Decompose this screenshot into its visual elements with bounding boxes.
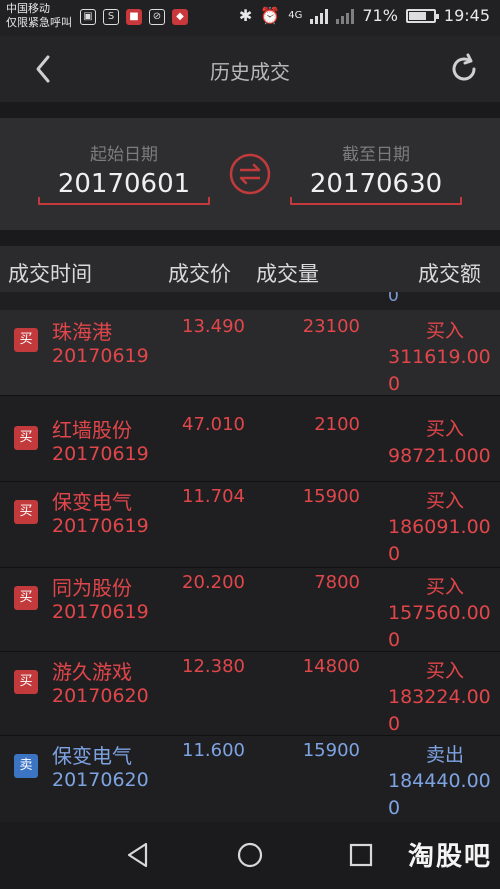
spacer xyxy=(0,102,500,118)
trade-side: 买入 xyxy=(425,418,464,440)
trade-volume: 2100 xyxy=(314,414,360,435)
watermark-logo: 淘股吧 xyxy=(407,842,492,872)
table-row[interactable]: 卖 保变电气 20170620 11.600 15900 卖出 184440.0… xyxy=(0,736,500,822)
start-date-field[interactable]: 起始日期 20170601 xyxy=(38,140,210,205)
nav-back-button[interactable] xyxy=(124,840,154,870)
end-date-value[interactable]: 20170630 xyxy=(290,169,462,205)
trade-amount: 311619.000 xyxy=(388,346,491,395)
buy-tag: 买 xyxy=(14,670,38,694)
carrier-info: 中国移动 仅限紧急呼叫 xyxy=(6,2,72,30)
trade-volume: 14800 xyxy=(302,656,360,677)
end-date-label: 截至日期 xyxy=(342,145,410,165)
trade-price: 47.010 xyxy=(182,414,245,435)
blocked-notification-icon: ⊘ xyxy=(149,9,165,25)
swap-dates-button[interactable] xyxy=(228,152,272,196)
trade-side: 卖出 xyxy=(425,744,464,766)
trade-amount: 184440.000 xyxy=(388,770,491,819)
trade-volume: 23100 xyxy=(302,316,360,337)
table-row[interactable]: 买 游久游戏 20170620 12.380 14800 买入 183224.0… xyxy=(0,652,500,736)
start-date-value[interactable]: 20170601 xyxy=(38,169,210,205)
table-row[interactable]: 买 红墙股份 20170619 47.010 2100 买入 98721.000 xyxy=(0,396,500,482)
date-range-panel: 起始日期 20170601 截至日期 20170630 xyxy=(0,118,500,230)
trade-date: 20170619 xyxy=(52,443,149,465)
trade-side: 买入 xyxy=(425,490,464,512)
triangle-back-icon xyxy=(127,842,148,868)
circle-home-icon xyxy=(237,842,263,868)
end-date-field[interactable]: 截至日期 20170630 xyxy=(290,140,462,205)
stock-name: 珠海港 xyxy=(52,320,112,344)
stock-name: 同为股份 xyxy=(52,576,132,600)
refresh-button[interactable] xyxy=(446,51,482,87)
image-notification-icon: ▣ xyxy=(80,9,96,25)
start-date-label: 起始日期 xyxy=(90,145,158,165)
col-header-price: 成交价 xyxy=(168,262,231,286)
trade-date: 20170619 xyxy=(52,601,149,623)
col-header-volume: 成交量 xyxy=(256,262,319,286)
refresh-icon xyxy=(452,53,476,81)
clock: 19:45 xyxy=(443,6,490,25)
nav-recents-button[interactable] xyxy=(346,840,376,870)
notification-icons: ▣ S ■ ⊘ ◆ xyxy=(80,9,188,25)
title-bar: 历史成交 xyxy=(0,36,500,102)
square-recents-icon xyxy=(349,843,373,867)
stock-name: 游久游戏 xyxy=(52,660,132,684)
trade-amount: 98721.000 xyxy=(388,445,491,467)
trade-price: 11.600 xyxy=(182,740,245,761)
sell-tag: 卖 xyxy=(14,754,38,778)
table-row[interactable]: 买 珠海港 20170619 13.490 23100 买入 311619.00… xyxy=(0,310,500,396)
trade-date: 20170620 xyxy=(52,685,149,707)
trade-date: 20170619 xyxy=(52,515,149,537)
stock-name: 保变电气 xyxy=(52,744,132,768)
trade-side: 买入 xyxy=(425,660,464,682)
trade-price: 13.490 xyxy=(182,316,245,337)
buy-tag: 买 xyxy=(14,500,38,524)
stock-name: 保变电气 xyxy=(52,490,132,514)
trade-volume: 15900 xyxy=(302,740,360,761)
trade-price: 11.704 xyxy=(182,486,245,507)
trade-amount: 186091.000 xyxy=(388,516,491,565)
gift-notification-icon: ◆ xyxy=(172,9,188,25)
trade-price: 20.200 xyxy=(182,572,245,593)
buy-tag: 买 xyxy=(14,426,38,450)
page-title: 历史成交 xyxy=(210,60,290,84)
trade-side: 买入 xyxy=(425,320,464,342)
swap-arrows-icon xyxy=(229,153,271,195)
trade-date: 20170619 xyxy=(52,345,149,367)
network-type: 4G xyxy=(288,10,303,21)
col-header-amount: 成交额 xyxy=(418,262,481,286)
battery-percent: 71% xyxy=(362,6,398,25)
buy-tag: 买 xyxy=(14,328,38,352)
status-bar: 中国移动 仅限紧急呼叫 ▣ S ■ ⊘ ◆ ✱ ⏰ 4G 71% 19:45 xyxy=(0,0,500,36)
app-notification-icon: ■ xyxy=(126,9,142,25)
partial-row-amount: 0 xyxy=(388,292,399,306)
trade-amount: 183224.000 xyxy=(388,686,491,735)
signal-no-service-icon xyxy=(336,8,355,24)
trade-date: 20170620 xyxy=(52,769,149,791)
sync-notification-icon: S xyxy=(103,9,119,25)
alarm-icon: ⏰ xyxy=(260,6,281,25)
trade-volume: 7800 xyxy=(314,572,360,593)
spacer xyxy=(0,230,500,246)
bluetooth-icon: ✱ xyxy=(238,6,253,25)
table-row[interactable]: 买 保变电气 20170619 11.704 15900 买入 186091.0… xyxy=(0,482,500,568)
nav-home-button[interactable] xyxy=(235,840,265,870)
trade-volume: 15900 xyxy=(302,486,360,507)
stock-name: 红墙股份 xyxy=(52,418,132,442)
carrier-name: 中国移动 xyxy=(6,2,50,15)
navigation-bar: 淘股吧 xyxy=(0,822,500,889)
emergency-only: 仅限紧急呼叫 xyxy=(6,16,72,29)
trade-side: 买入 xyxy=(425,576,464,598)
buy-tag: 买 xyxy=(14,586,38,610)
trade-list[interactable]: 0 买 珠海港 20170619 13.490 23100 买入 311619.… xyxy=(0,292,500,822)
signal-icon xyxy=(310,8,329,24)
table-header: 成交时间 成交价 成交量 成交额 xyxy=(0,246,500,292)
system-status: ✱ ⏰ 4G 71% 19:45 xyxy=(239,6,490,25)
battery-icon xyxy=(405,8,439,23)
col-header-time: 成交时间 xyxy=(8,262,92,286)
trade-price: 12.380 xyxy=(182,656,245,677)
table-row[interactable]: 买 同为股份 20170619 20.200 7800 买入 157560.00… xyxy=(0,568,500,652)
trade-amount: 157560.000 xyxy=(388,602,491,651)
